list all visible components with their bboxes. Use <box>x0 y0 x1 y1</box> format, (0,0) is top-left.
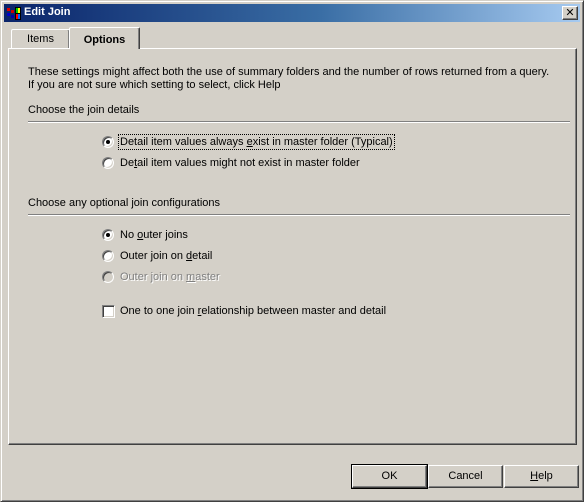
optional-config-separator <box>28 214 570 216</box>
radio-button <box>102 271 114 283</box>
edit-join-dialog: Edit Join ✕ Items Options These settings… <box>0 0 584 502</box>
checkbox-label[interactable]: One to one join relationship between mas… <box>119 304 387 318</box>
tab-options[interactable]: Options <box>69 27 140 49</box>
options-panel: These settings might affect both the use… <box>8 48 577 445</box>
optional-config-heading: Choose any optional join configurations <box>28 197 221 209</box>
radio-label[interactable]: Detail item values always exist in maste… <box>118 134 395 150</box>
close-button[interactable]: ✕ <box>562 6 578 20</box>
radio-label[interactable]: No outer joins <box>119 228 189 242</box>
radio-label[interactable]: Detail item values might not exist in ma… <box>119 156 361 170</box>
radio-button[interactable] <box>102 229 114 241</box>
radio-label: Outer join on master <box>120 271 220 283</box>
cancel-button[interactable]: Cancel <box>428 465 503 488</box>
join-details-heading: Choose the join details <box>28 104 140 116</box>
title-bar[interactable]: Edit Join ✕ <box>4 4 580 22</box>
window-title: Edit Join <box>24 6 71 18</box>
radio-label[interactable]: Outer join on detail <box>119 249 213 263</box>
checkbox[interactable] <box>102 305 115 318</box>
join-details-separator <box>28 121 570 123</box>
app-icon <box>7 7 21 20</box>
ok-button[interactable]: OK <box>351 464 428 489</box>
help-button[interactable]: Help <box>504 465 579 488</box>
radio-button[interactable] <box>102 250 114 262</box>
radio-button[interactable] <box>102 157 114 169</box>
radio-button[interactable] <box>102 136 114 148</box>
intro-text-line1: These settings might affect both the use… <box>28 66 550 78</box>
intro-text-line2: If you are not sure which setting to sel… <box>28 79 281 91</box>
close-icon: ✕ <box>565 6 575 19</box>
tab-items[interactable]: Items <box>11 29 70 49</box>
